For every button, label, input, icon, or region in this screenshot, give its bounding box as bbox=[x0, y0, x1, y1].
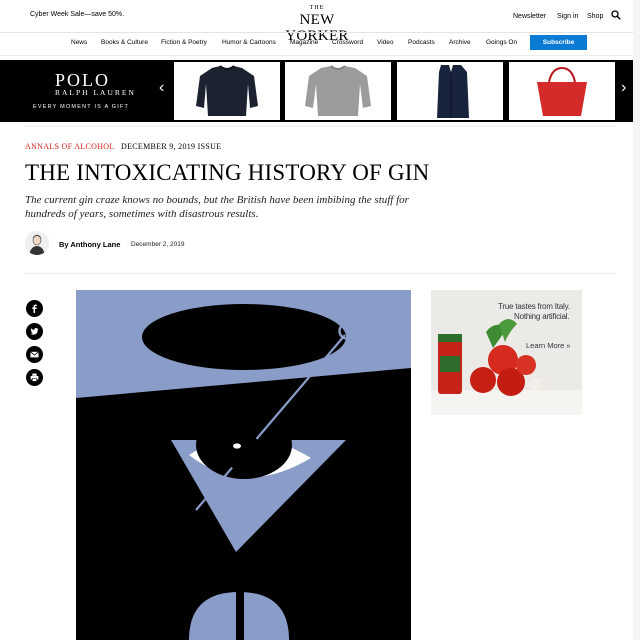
ad-tagline: EVERY MOMENT IS A GIFT bbox=[33, 104, 130, 110]
nav-crossword[interactable]: Crossword bbox=[332, 39, 363, 46]
nav-video[interactable]: Video bbox=[377, 39, 394, 46]
chevron-right-icon[interactable]: › bbox=[621, 79, 626, 97]
sweater-icon bbox=[305, 65, 371, 116]
nav-goings-on[interactable]: Goings On bbox=[486, 39, 517, 46]
nav-magazine[interactable]: Magazine bbox=[290, 39, 318, 46]
nav-news[interactable]: News bbox=[71, 39, 87, 46]
article-dek: The current gin craze knows no bounds, b… bbox=[25, 194, 409, 220]
email-share-button[interactable] bbox=[26, 346, 43, 363]
shop-link[interactable]: Shop bbox=[587, 13, 603, 20]
search-icon[interactable] bbox=[611, 10, 621, 20]
divider bbox=[0, 32, 640, 33]
nav-archive[interactable]: Archive bbox=[449, 39, 471, 46]
promo-link[interactable]: Cyber Week Sale—save 50%. bbox=[30, 11, 124, 18]
hero-illustration bbox=[76, 290, 411, 640]
author-avatar[interactable] bbox=[25, 231, 49, 255]
sweater-icon bbox=[196, 65, 258, 116]
divider bbox=[0, 55, 640, 56]
logo-the: THE bbox=[309, 5, 325, 11]
nav-fiction-poetry[interactable]: Fiction & Poetry bbox=[161, 39, 207, 46]
chevron-left-icon[interactable]: ‹ bbox=[159, 79, 164, 97]
ad-headline: True tastes from Italy. Nothing artifici… bbox=[498, 302, 570, 322]
publish-date: December 2, 2019 bbox=[131, 241, 185, 248]
divider bbox=[25, 273, 615, 274]
ad-learn-more-link[interactable]: Learn More » bbox=[526, 341, 571, 350]
sign-in-link[interactable]: Sign in bbox=[557, 13, 578, 20]
newsletter-link[interactable]: Newsletter bbox=[513, 13, 546, 20]
martini-eye-illustration bbox=[76, 290, 411, 640]
divider bbox=[25, 126, 615, 127]
print-icon bbox=[30, 373, 39, 382]
print-button[interactable] bbox=[26, 369, 43, 386]
email-icon bbox=[30, 351, 39, 358]
scrollbar[interactable] bbox=[633, 0, 640, 640]
facebook-icon bbox=[32, 304, 37, 313]
article-headline: THE INTOXICATING HISTORY OF GIN bbox=[25, 160, 430, 185]
twitter-icon bbox=[30, 328, 39, 335]
ad-product-navy-coat[interactable] bbox=[397, 62, 503, 120]
nav-podcasts[interactable]: Podcasts bbox=[408, 39, 435, 46]
handbag-icon bbox=[537, 66, 587, 116]
ad-product-red-tote[interactable] bbox=[509, 62, 615, 120]
nav-books-culture[interactable]: Books & Culture bbox=[101, 39, 148, 46]
ad-headline-line1: True tastes from Italy. bbox=[498, 302, 570, 311]
author-portrait-icon bbox=[25, 231, 49, 255]
article-rubric[interactable]: ANNALS OF ALCOHOL bbox=[25, 142, 115, 151]
ad-product-navy-sweater[interactable] bbox=[174, 62, 280, 120]
ad-brand-subname: RALPH LAUREN bbox=[55, 88, 136, 97]
coat-icon bbox=[437, 65, 469, 118]
subscribe-button[interactable]: Subscribe bbox=[530, 35, 587, 50]
twitter-share-button[interactable] bbox=[26, 323, 43, 340]
issue-date[interactable]: DECEMBER 9, 2019 ISSUE bbox=[121, 142, 221, 151]
facebook-share-button[interactable] bbox=[26, 300, 43, 317]
ad-product-grey-sweater[interactable] bbox=[285, 62, 391, 120]
nav-humor-cartoons[interactable]: Humor & Cartoons bbox=[222, 39, 276, 46]
ad-headline-line2: Nothing artificial. bbox=[514, 312, 570, 321]
author-byline[interactable]: By Anthony Lane bbox=[59, 240, 120, 249]
